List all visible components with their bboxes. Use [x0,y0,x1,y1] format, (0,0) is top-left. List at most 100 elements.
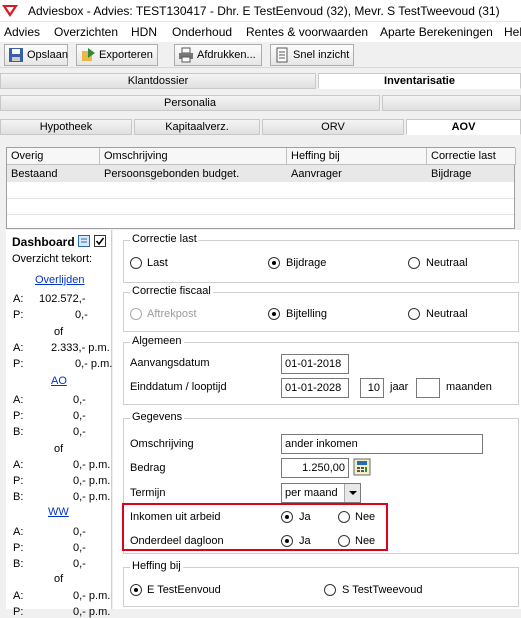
quick-insight-label: Snel inzicht [293,49,350,61]
app-logo-icon [2,5,18,17]
radio-aftrekpost[interactable] [130,308,142,320]
tab-aov[interactable]: AOV [406,119,521,135]
amount-label: Bedrag [130,462,166,474]
ao2-p-value: 0,- p.m. [73,475,111,487]
ol2-a-value: 2.333,- p.m. [51,342,110,354]
export-button[interactable]: Exporteren [76,44,158,66]
months-field[interactable] [416,378,440,398]
radio-aftrekpost-label: Aftrekpost [147,308,197,320]
menu-help[interactable]: Help [504,25,521,39]
ww-b-label: B: [13,558,24,570]
amount-field[interactable]: 1.250,00 [281,458,349,478]
save-icon [9,48,23,62]
overlijden-link[interactable]: Overlijden [35,274,85,286]
radio-bijdrage[interactable] [268,257,280,269]
table-cell: Bestaand [11,168,58,180]
export-icon [82,48,95,61]
ww-link[interactable]: WW [48,506,69,518]
radio-neutraal-last[interactable] [408,257,420,269]
term-select[interactable]: per maand [281,483,361,503]
end-date-field[interactable]: 01-01-2028 [281,378,349,398]
ao-b-value: 0,- [73,426,86,438]
ao-a-value: 0,- [73,394,86,406]
algemeen-group: Algemeen Aanvangsdatum 01-01-2018 Eindda… [123,335,519,405]
menu-overzichten[interactable]: Overzichten [54,25,118,39]
column-header-overig[interactable]: Overig [7,148,100,165]
heffing-bij-group: Heffing bij E TestEenvoud S TestTweevoud [123,560,519,607]
column-header-omschrijving[interactable]: Omschrijving [100,148,287,165]
ao-p-label: P: [13,410,24,422]
ol-p-label: P: [13,309,24,321]
ol-p-value: 0,- [75,309,88,321]
print-button[interactable]: Afdrukken... [174,44,262,66]
correctie-last-title: Correctie last [130,233,199,245]
menu-aparte-berekeningen[interactable]: Aparte Berekeningen [380,25,493,39]
grid-line [7,198,514,199]
ao2-b-value: 0,- p.m. [73,491,111,503]
gegevens-title: Gegevens [130,411,185,423]
tab-orv[interactable]: ORV [262,119,404,135]
radio-heffing-s[interactable] [324,584,336,596]
algemeen-title: Algemeen [130,335,184,347]
heffing-bij-title: Heffing bij [130,560,183,572]
months-unit-label: maanden [446,381,492,393]
ol2-a-label: A: [13,342,24,354]
tab-empty[interactable] [382,95,521,111]
calculator-icon[interactable] [78,235,90,247]
tab-row-3: Hypotheek Kapitaalverz. ORV AOV [0,119,521,135]
ol-a-label: A: [13,293,24,305]
ww-a-label: A: [13,526,24,538]
table-cell: Aanvrager [291,168,342,180]
radio-last[interactable] [130,257,142,269]
tab-klantdossier[interactable]: Klantdossier [0,73,316,89]
column-header-correctie-last[interactable]: Correctie last [427,148,516,165]
quick-insight-button[interactable]: Snel inzicht [270,44,354,66]
save-button[interactable]: Opslaan [4,44,68,66]
menu-rentes-voorwaarden[interactable]: Rentes & voorwaarden [246,25,368,39]
grid-line [7,214,514,215]
table-cell: Persoonsgebonden budget. [104,168,240,180]
ao-p-value: 0,- [73,410,86,422]
tab-inventarisatie[interactable]: Inventarisatie [318,73,521,89]
dashboard-title: Dashboard [12,235,75,249]
radio-bijdrage-label: Bijdrage [286,257,327,269]
ol-a-value: 102.572,- [39,293,86,305]
ao-b-label: B: [13,426,24,438]
radio-last-label: Last [147,257,168,269]
table-cell: Bijdrage [431,168,472,180]
export-button-label: Exporteren [99,49,153,61]
correctie-fiscaal-group: Correctie fiscaal Aftrekpost Bijtelling … [123,285,519,332]
save-button-label: Opslaan [27,49,68,61]
description-field[interactable]: ander inkomen [281,434,483,454]
tab-hypotheek[interactable]: Hypotheek [0,119,132,135]
start-date-field[interactable]: 01-01-2018 [281,354,349,374]
radio-neutraal-last-label: Neutraal [426,257,468,269]
radio-bijtelling[interactable] [268,308,280,320]
radio-heffing-s-label: S TestTweevoud [342,584,423,596]
end-date-label: Einddatum / looptijd [130,381,227,393]
column-header-heffing-bij[interactable]: Heffing bij [287,148,427,165]
checkbox-icon[interactable] [94,235,106,247]
ao2-a-value: 0,- p.m. [73,459,111,471]
years-field[interactable]: 10 [360,378,384,398]
toolbar: Opslaan Exporteren Afdrukken... Snel inz… [0,42,521,68]
ao-link[interactable]: AO [51,375,67,387]
menu-onderhoud[interactable]: Onderhoud [172,25,232,39]
tab-kapitaalverz[interactable]: Kapitaalverz. [134,119,260,135]
detail-panel: Correctie last Last Bijdrage Neutraal Co… [113,230,521,609]
data-grid[interactable]: Overig Omschrijving Heffing bij Correcti… [6,147,516,229]
radio-neutraal-fiscaal[interactable] [408,308,420,320]
dropdown-button[interactable] [344,484,360,502]
menu-advies[interactable]: Advies [4,25,40,39]
radio-heffing-e[interactable] [130,584,142,596]
term-select-value: per maand [285,487,338,499]
or-label: of [54,326,64,338]
calculator-icon[interactable] [353,458,371,476]
tab-personalia[interactable]: Personalia [0,95,380,111]
radio-neutraal-fiscaal-label: Neutraal [426,308,468,320]
term-label: Termijn [130,487,166,499]
menu-hdn[interactable]: HDN [131,25,157,39]
ww-p-label: P: [13,542,24,554]
start-date-label: Aanvangsdatum [130,357,210,369]
correctie-last-group: Correctie last Last Bijdrage Neutraal [123,233,519,283]
